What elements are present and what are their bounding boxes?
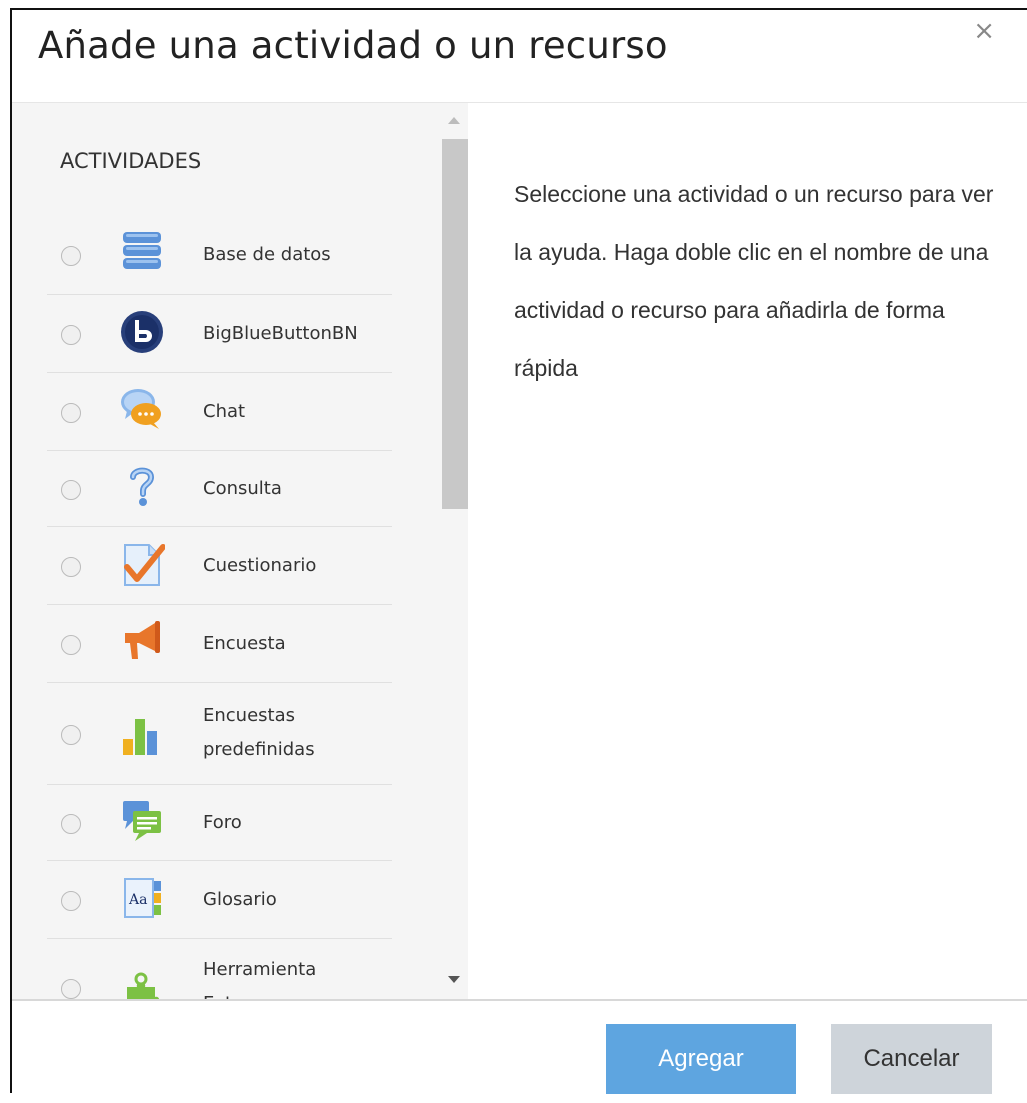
- glossary-icon: Aa: [119, 875, 165, 921]
- list-item-bigbluebuttonbn[interactable]: BigBlueButtonBN: [47, 295, 392, 373]
- list-item-encuestas-predefinidas[interactable]: Encuestas predefinidas: [47, 683, 392, 785]
- list-item-glosario[interactable]: Aa Glosario: [47, 861, 392, 939]
- puzzle-icon: [119, 971, 165, 999]
- list-item-chat[interactable]: Chat: [47, 373, 392, 451]
- close-icon[interactable]: ×: [973, 16, 995, 46]
- radio-base-de-datos[interactable]: [61, 246, 81, 266]
- svg-text:Aa: Aa: [128, 892, 147, 908]
- radio-consulta[interactable]: [61, 480, 81, 500]
- item-label: Herramienta Externa: [203, 959, 317, 999]
- help-text: Seleccione una actividad o un recurso pa…: [514, 181, 994, 381]
- radio-encuesta[interactable]: [61, 635, 81, 655]
- bigbluebutton-icon: [119, 309, 165, 355]
- item-label: Foro: [203, 812, 242, 833]
- dialog-title: Añade una actividad o un recurso: [38, 24, 668, 67]
- list-item-base-de-datos[interactable]: Base de datos: [47, 215, 392, 295]
- dialog-header: Añade una actividad o un recurso ×: [12, 10, 1027, 103]
- bar-chart-icon: [119, 711, 165, 757]
- list-item-encuesta[interactable]: Encuesta: [47, 605, 392, 683]
- item-label: Chat: [203, 401, 246, 422]
- scrollbar-thumb[interactable]: [442, 139, 468, 509]
- cancel-button[interactable]: Cancelar: [831, 1024, 992, 1094]
- dialog-footer: Agregar Cancelar: [12, 999, 1027, 1095]
- section-title-actividades: ACTIVIDADES: [60, 149, 202, 173]
- list-item-consulta[interactable]: Consulta: [47, 451, 392, 527]
- radio-bigbluebuttonbn[interactable]: [61, 325, 81, 345]
- item-label: BigBlueButtonBN: [203, 323, 358, 344]
- item-label: Cuestionario: [203, 555, 317, 576]
- radio-cuestionario[interactable]: [61, 557, 81, 577]
- quiz-icon: [119, 541, 166, 587]
- radio-chat[interactable]: [61, 403, 81, 423]
- radio-herramienta-externa[interactable]: [61, 979, 81, 999]
- item-label: Glosario: [203, 889, 277, 910]
- item-label: Encuestas predefinidas: [203, 705, 315, 760]
- question-icon: [119, 463, 165, 509]
- list-item-foro[interactable]: Foro: [47, 785, 392, 861]
- add-button[interactable]: Agregar: [606, 1024, 796, 1094]
- activity-list-panel: ACTIVIDADES Base de datos BigBlueButtonB…: [12, 103, 468, 999]
- radio-foro[interactable]: [61, 814, 81, 834]
- list-item-cuestionario[interactable]: Cuestionario: [47, 527, 392, 605]
- list-scrollbar[interactable]: [440, 103, 468, 999]
- item-label: Base de datos: [203, 244, 331, 265]
- radio-glosario[interactable]: [61, 891, 81, 911]
- list-item-herramienta-externa[interactable]: Herramienta Externa: [47, 939, 392, 999]
- forum-icon: [119, 797, 165, 843]
- radio-encuestas-predefinidas[interactable]: [61, 725, 81, 745]
- item-label: Consulta: [203, 478, 282, 499]
- add-activity-dialog: Añade una actividad o un recurso × ACTIV…: [10, 8, 1027, 1095]
- help-panel: Seleccione una actividad o un recurso pa…: [468, 103, 1027, 999]
- database-icon: [119, 228, 165, 274]
- scroll-down-arrow-icon[interactable]: [448, 976, 460, 983]
- item-label: Encuesta: [203, 633, 286, 654]
- megaphone-icon: [119, 617, 165, 663]
- chat-icon: [119, 385, 165, 431]
- scroll-up-arrow-icon[interactable]: [448, 117, 460, 124]
